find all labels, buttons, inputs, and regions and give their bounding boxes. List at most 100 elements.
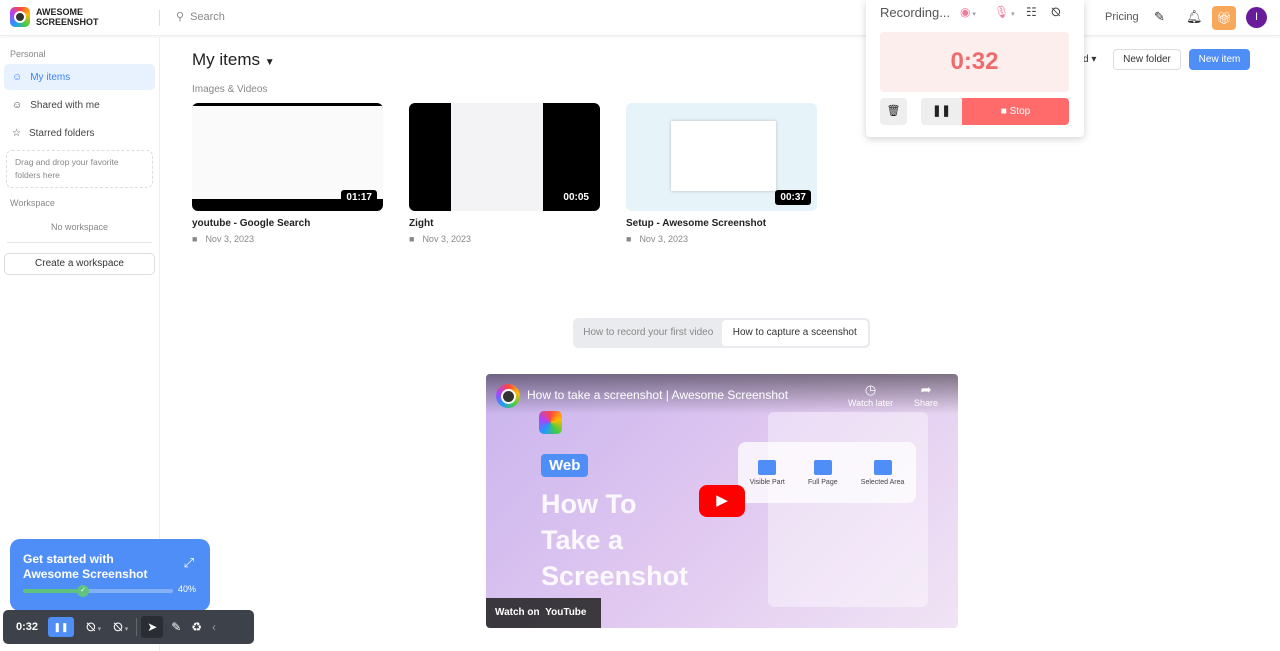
item-date: Nov 3, 2023 — [205, 234, 254, 244]
workspace-label: Workspace — [10, 198, 55, 208]
stop-button[interactable]: ■ Stop — [962, 98, 1069, 125]
visible-part-option: Visible Part — [750, 459, 785, 486]
sidebar-item-shared[interactable]: ☺ Shared with me — [4, 92, 155, 118]
top-header: AWESOME SCREENSHOT ⚲ Search Pricing ✎ 🔔︎ 🎁… — [0, 0, 1280, 36]
trash-icon: 🗑︎ — [886, 105, 901, 117]
item-name[interactable]: Setup - Awesome Screenshot — [626, 218, 817, 229]
youtube-embed[interactable]: How to take a screenshot | Awesome Scree… — [486, 374, 958, 628]
onboarding-progress: ✓ — [23, 585, 173, 597]
camera-logo-icon — [10, 7, 30, 27]
pause-button[interactable]: ❚❚ — [921, 98, 962, 125]
favorites-drop-zone[interactable]: Drag and drop your favorite folders here — [6, 150, 153, 188]
logo-text-line1: AWESOME — [36, 7, 84, 17]
video-headline: How To Take a Screenshot — [541, 489, 689, 591]
share-button[interactable]: ➦ Share — [914, 382, 938, 408]
app-logo[interactable]: AWESOME SCREENSHOT — [10, 7, 99, 27]
progress-label: 40% — [178, 584, 197, 594]
users-icon: ☺ — [12, 99, 23, 111]
delete-recording-button[interactable]: 🗑︎ — [880, 98, 907, 125]
new-item-button[interactable]: New item — [1189, 49, 1250, 70]
app-logo-icon — [539, 411, 562, 434]
new-folder-button[interactable]: New folder — [1113, 49, 1181, 70]
video-card[interactable]: 00:05 Zight ■ Nov 3, 2023 — [409, 103, 600, 244]
channel-logo-icon[interactable] — [496, 384, 520, 408]
web-badge: Web — [541, 454, 589, 477]
search-icon: ⚲ — [176, 11, 185, 23]
gift-icon[interactable]: 🎁︎ — [1212, 6, 1236, 30]
expand-icon[interactable]: ⤢ — [184, 555, 194, 571]
pricing-link[interactable]: Pricing — [1105, 11, 1139, 23]
onboarding-title: Get started with Awesome Screenshot — [23, 552, 148, 581]
bell-icon[interactable]: 🔔︎ — [1186, 9, 1203, 25]
no-workspace-text: No workspace — [50, 222, 109, 232]
item-date: Nov 3, 2023 — [422, 234, 471, 244]
pen-tool-icon[interactable]: ✎ — [171, 620, 181, 634]
avatar[interactable]: I — [1246, 7, 1267, 28]
sidebar-item-starred[interactable]: ☆ Starred folders — [4, 120, 155, 146]
video-camera-icon: ■ — [626, 234, 632, 244]
capture-options: Visible Part Full Page Selected Area — [738, 442, 916, 503]
logo-text-line2: SCREENSHOT — [36, 17, 99, 27]
star-icon: ☆ — [12, 127, 21, 139]
user-icon: ☺ — [12, 71, 23, 83]
video-camera-icon: ■ — [409, 234, 415, 244]
play-button[interactable]: ▶ — [699, 485, 745, 517]
item-name[interactable]: Zight — [409, 218, 600, 229]
webcam-icon[interactable]: ◉ ▾ — [960, 5, 976, 19]
recording-status: Recording... — [880, 5, 951, 20]
share-icon: ➦ — [920, 382, 932, 397]
selected-area-option: Selected Area — [861, 459, 904, 486]
thumbnail — [451, 103, 543, 211]
watch-later-button[interactable]: ◷ Watch later — [848, 382, 893, 408]
tab-record-video[interactable]: How to record your first video — [575, 320, 722, 346]
recording-timer: 0:32 — [880, 32, 1069, 92]
mic-off-icon[interactable]: ⦰ ▾ — [113, 620, 128, 635]
item-date: Nov 3, 2023 — [639, 234, 688, 244]
recording-popup: Recording... ◉ ▾ 🎙︎ ▾ ☷ ⦰ 0:32 🗑︎ ❚❚ ■ S… — [866, 0, 1084, 137]
create-workspace-button[interactable]: Create a workspace — [4, 253, 155, 275]
video-camera-icon: ■ — [192, 234, 198, 244]
duration-badge: 00:05 — [558, 190, 594, 205]
annotation-off-icon[interactable]: ⦰ — [1051, 5, 1061, 20]
page-title[interactable]: My items ▼ — [192, 50, 275, 70]
sidebar-item-label: Shared with me — [30, 99, 100, 111]
sort-dropdown[interactable]: d ▾ — [1083, 54, 1096, 65]
microphone-icon[interactable]: 🎙︎ ▾ — [994, 5, 1015, 19]
tutorial-tabs: How to record your first video How to ca… — [573, 318, 870, 348]
check-icon: ✓ — [77, 585, 89, 597]
thumbnail — [192, 106, 383, 199]
pause-button[interactable]: ❚❚ — [48, 617, 75, 637]
video-card[interactable]: 00:37 Setup - Awesome Screenshot ■ Nov 3,… — [626, 103, 817, 244]
pause-icon: ❚❚ — [932, 105, 951, 117]
section-label: Images & Videos — [192, 84, 268, 95]
toggle-controls-icon[interactable]: ☷ — [1026, 5, 1037, 19]
sidebar-item-my-items[interactable]: ☺ My items — [4, 64, 155, 90]
thumbnail — [671, 121, 776, 191]
feedback-icon[interactable]: ✎ — [1154, 9, 1165, 25]
search-placeholder: Search — [190, 10, 225, 23]
divider — [136, 618, 138, 636]
recording-toolbar: 0:32 ❚❚ ⦰ ▾ ⦰ ▾ ➤ ✎ ♻ ‹ — [3, 610, 254, 644]
cursor-tool-icon[interactable]: ➤ — [141, 616, 164, 638]
clock-icon: ◷ — [864, 382, 877, 397]
toolbar-timer: 0:32 — [16, 621, 39, 633]
onboarding-card[interactable]: Get started with Awesome Screenshot ⤢ ✓ 4… — [10, 539, 210, 611]
youtube-logo-icon: YouTube — [545, 607, 587, 618]
watch-on-youtube-link[interactable]: Watch on YouTube — [486, 598, 601, 628]
collapse-chevron-icon[interactable]: ‹ — [212, 620, 216, 634]
video-card[interactable]: 01:17 youtube - Google Search ■ Nov 3, 20… — [192, 103, 383, 244]
clear-brush-icon[interactable]: ♻ — [191, 620, 202, 634]
search-input[interactable]: ⚲ Search — [176, 10, 225, 24]
sidebar-item-label: Starred folders — [28, 127, 95, 139]
divider — [159, 10, 160, 26]
stop-icon: ■ — [1000, 106, 1007, 117]
divider — [7, 242, 152, 243]
item-name[interactable]: youtube - Google Search — [192, 218, 383, 229]
full-page-option: Full Page — [808, 459, 838, 486]
duration-badge: 01:17 — [341, 190, 377, 205]
duration-badge: 00:37 — [775, 190, 811, 205]
camera-off-icon[interactable]: ⦰ ▾ — [86, 620, 101, 635]
video-title[interactable]: How to take a screenshot | Awesome Scree… — [527, 388, 788, 402]
tab-capture-screenshot[interactable]: How to capture a sceenshot — [721, 320, 868, 346]
sidebar-item-label: My items — [30, 71, 71, 83]
